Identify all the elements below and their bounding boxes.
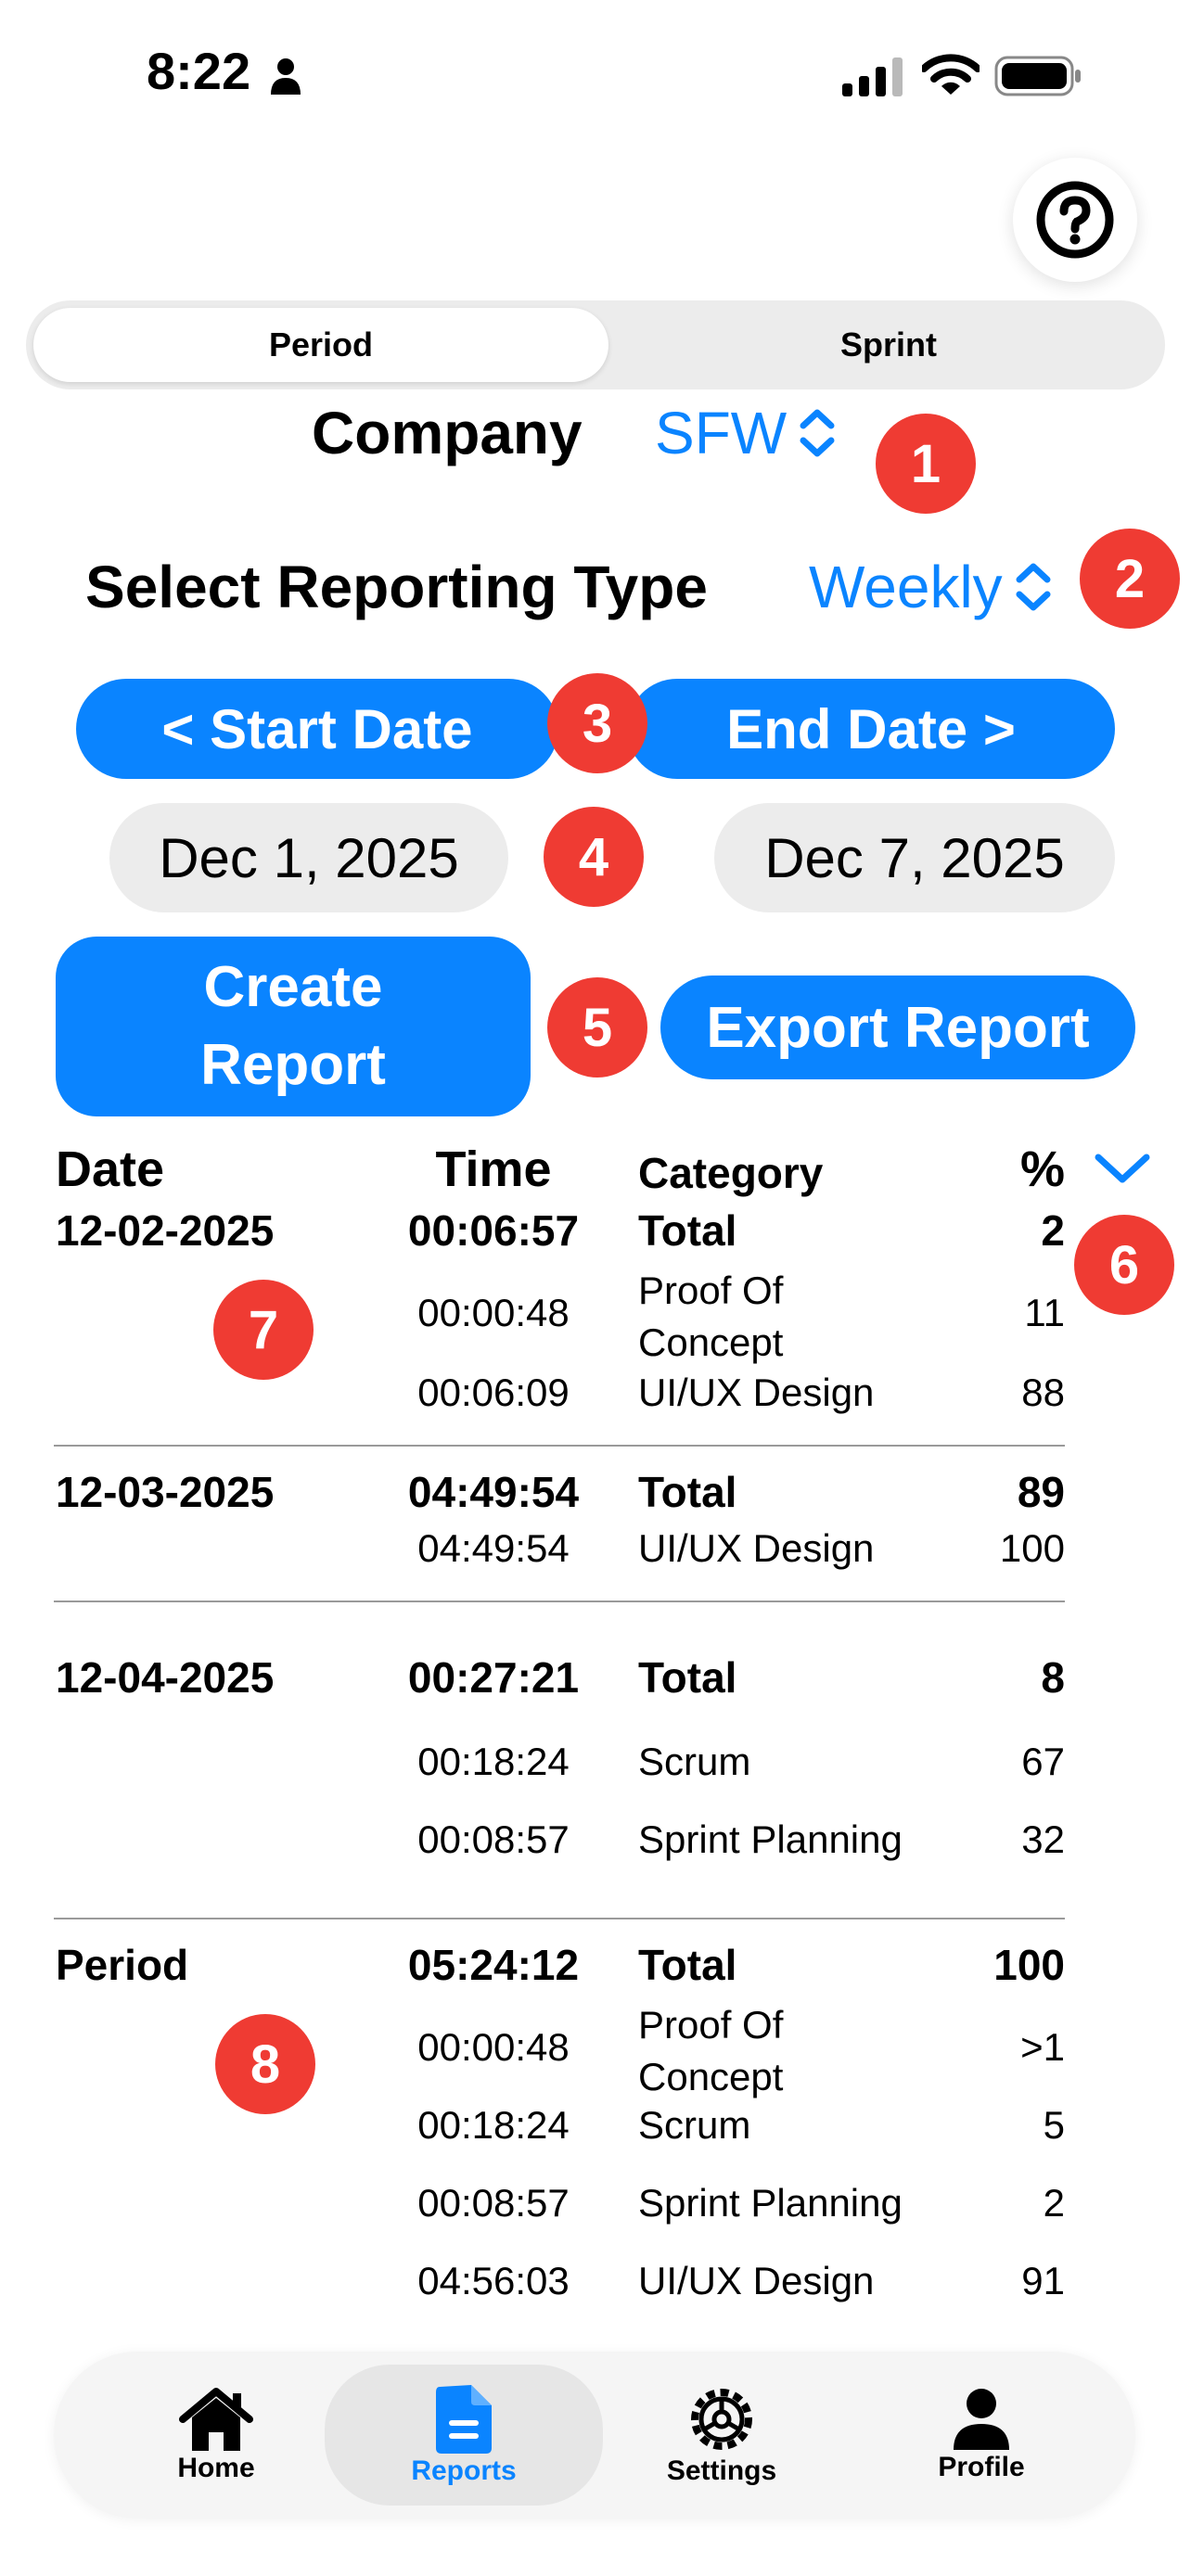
row-category: UI/UX Design [638,1526,875,1570]
column-header-category: Category [638,1149,824,1197]
row-percent: 100 [993,1941,1065,1989]
row-category: UI/UX Design [638,2259,875,2302]
row-category: UI/UX Design [638,1371,875,1414]
tab-label: Home [177,2453,255,2483]
tab-profile[interactable]: Profile [865,2352,1097,2519]
person-icon [954,2389,1009,2450]
tab-label: Reports [411,2455,517,2486]
help-button[interactable] [1013,158,1137,282]
row-percent: 88 [1021,1371,1065,1414]
row-percent: 2 [1041,1206,1065,1255]
question-mark-icon [1036,181,1114,259]
row-time: 00:06:57 [407,1206,580,1255]
row-category: Scrum [638,2103,751,2147]
annotation-badge-8: 8 [215,2014,315,2114]
annotation-badge-6: 6 [1074,1215,1174,1315]
annotation-badge-2: 2 [1080,529,1180,629]
cellular-signal-icon [842,57,903,96]
tab-home[interactable]: Home [100,2352,332,2519]
column-header-time: Time [435,1141,552,1197]
group-date: 12-04-2025 [56,1653,275,1702]
reporting-type-label: Select Reporting Type [85,554,708,620]
row-time: 00:18:24 [417,1740,570,1783]
column-header-date: Date [56,1141,165,1197]
row-percent: 67 [1021,1740,1065,1783]
row-category: Total [638,1468,737,1516]
annotation-badge-1: 1 [876,414,976,514]
row-percent: 5 [1043,2103,1065,2147]
row-category: Proof Of Concept [638,1269,784,1364]
row-divider [54,1918,1065,1919]
start-date-value[interactable]: Dec 1, 2025 [109,803,508,912]
row-category: Total [638,1941,737,1989]
gear-icon [691,2389,752,2450]
row-percent: 89 [1017,1468,1065,1516]
row-time: 05:24:12 [407,1941,580,1989]
tab-label: Settings [666,2455,777,2486]
end-date-value[interactable]: Dec 7, 2025 [714,803,1115,912]
row-time: 04:49:54 [417,1526,570,1570]
tab-settings[interactable]: Settings [606,2352,838,2519]
segment-sprint[interactable]: Sprint [620,308,1158,382]
row-divider [54,1445,1065,1447]
house-icon [179,2388,253,2451]
row-percent: >1 [1020,2025,1065,2069]
row-category: Scrum [638,1740,751,1783]
row-percent: 100 [999,1526,1065,1570]
tab-reports[interactable]: Reports [325,2365,603,2506]
annotation-badge-4: 4 [544,807,644,907]
row-divider [54,1600,1065,1602]
row-percent: 91 [1021,2259,1065,2302]
company-label: Company [312,400,583,466]
company-picker[interactable]: SFW [655,399,837,467]
chevron-down-icon[interactable] [1093,1150,1152,1187]
tab-bar: Home Reports Settings Profile [54,2352,1135,2519]
group-date: Period [56,1941,189,1989]
row-time: 04:56:03 [417,2259,570,2302]
group-date: 12-02-2025 [56,1206,275,1255]
row-time: 00:06:09 [417,1371,570,1414]
row-percent: 2 [1043,2181,1065,2225]
reporting-type-picker[interactable]: Weekly [809,553,1053,621]
export-report-button[interactable]: Export Report [660,976,1135,1079]
segment-period[interactable]: Period [33,308,608,382]
end-date-button[interactable]: End Date > [627,679,1115,779]
create-report-button[interactable]: Create Report [56,937,531,1116]
battery-icon [994,56,1081,96]
document-icon [436,2385,492,2454]
tab-label: Profile [938,2452,1025,2482]
chevron-up-down-icon [800,409,835,457]
row-time: 00:08:57 [417,1817,570,1861]
row-percent: 11 [1024,1291,1065,1334]
annotation-badge-3: 3 [547,673,647,773]
row-time: 00:08:57 [417,2181,570,2225]
reporting-type-value: Weekly [809,554,1003,620]
row-category: Sprint Planning [638,1817,903,1861]
column-header-percent: % [1019,1141,1065,1197]
row-category: Total [638,1206,737,1255]
annotation-badge-7: 7 [213,1280,314,1380]
wifi-icon [922,54,980,95]
row-time: 00:27:21 [407,1653,580,1702]
status-time: 8:22 [147,42,251,100]
row-time: 00:00:48 [417,1291,570,1334]
group-date: 12-03-2025 [56,1468,275,1516]
row-percent: 32 [1021,1817,1065,1861]
annotation-badge-5: 5 [547,977,647,1078]
person-icon [271,58,301,95]
row-category: Total [638,1653,737,1702]
segmented-control: Period Sprint [26,300,1165,389]
start-date-button[interactable]: < Start Date [76,679,558,779]
row-time: 00:18:24 [417,2103,570,2147]
chevron-up-down-icon [1016,563,1051,611]
row-time: 00:00:48 [417,2025,570,2069]
row-category: Sprint Planning [638,2181,903,2225]
company-value: SFW [655,400,788,466]
row-category: Proof Of Concept [638,2003,784,2098]
row-percent: 8 [1041,1653,1065,1702]
row-time: 04:49:54 [407,1468,580,1516]
